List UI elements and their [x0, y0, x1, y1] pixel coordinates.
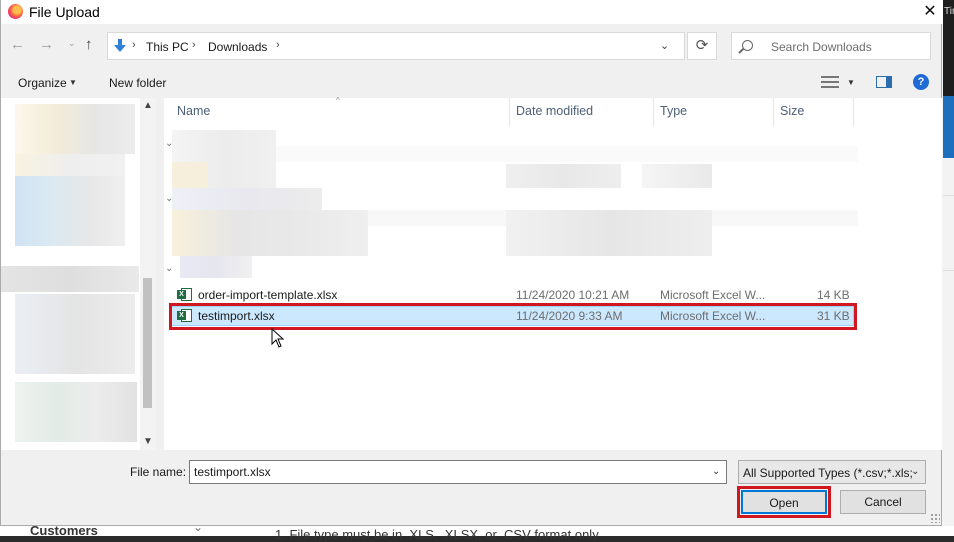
search-box[interactable]: Search Downloads [731, 32, 931, 60]
column-header-type[interactable]: Type [660, 104, 687, 118]
dialog-title: File Upload [29, 4, 100, 20]
file-name-label: File name: [130, 465, 187, 479]
cancel-button[interactable]: Cancel [840, 490, 926, 514]
help-button[interactable]: ? [913, 74, 929, 90]
mouse-pointer-icon [271, 328, 285, 348]
resize-grip-icon[interactable] [930, 513, 940, 523]
title-bar: File Upload ✕ [1, 0, 943, 24]
column-divider[interactable] [853, 98, 854, 126]
blurred-nav-item [15, 382, 137, 442]
breadcrumb-separator-icon[interactable]: › [276, 39, 280, 51]
background-accent-panel [943, 96, 954, 158]
blurred-file-row [172, 188, 322, 210]
file-date: 11/24/2020 10:21 AM [516, 288, 630, 302]
background-tab-label: Tir [944, 6, 954, 17]
address-bar[interactable]: › This PC › Downloads › ⌄ [107, 32, 685, 60]
up-button[interactable]: ↑ [85, 36, 93, 53]
blurred-file-row [172, 210, 368, 256]
scrollbar-thumb[interactable] [143, 278, 152, 408]
background-divider [943, 195, 954, 196]
blurred-file-icon [172, 162, 208, 188]
file-list[interactable]: ^ Name Date modified Type Size ⌄ ⌄ ⌄ X o… [164, 96, 942, 450]
file-name: order-import-template.xlsx [198, 288, 338, 302]
file-upload-dialog: File Upload ✕ ← → ⌄ ↑ › This PC › Downlo… [0, 0, 943, 526]
file-size: 14 KB [817, 288, 850, 302]
column-divider[interactable] [509, 98, 510, 126]
file-type-value[interactable]: All Supported Types (*.csv;*.xls; [743, 466, 913, 480]
background-tab-strip: Tir [943, 0, 954, 96]
organize-menu[interactable]: Organize [18, 76, 67, 90]
blurred-nav-item [15, 104, 135, 154]
column-header-date[interactable]: Date modified [516, 104, 593, 118]
excel-file-icon: X [177, 288, 192, 301]
open-button-highlight [737, 486, 831, 518]
chevron-down-icon[interactable]: ⌄ [660, 39, 669, 52]
back-button[interactable]: ← [10, 36, 25, 53]
file-type: Microsoft Excel W... [660, 288, 766, 302]
file-type-select[interactable]: All Supported Types (*.csv;*.xls; ⌄ [738, 460, 926, 484]
column-header-name[interactable]: Name [177, 104, 210, 118]
navigation-pane[interactable]: ▲ ▼ [1, 98, 156, 450]
column-divider[interactable] [653, 98, 654, 126]
blurred-file-row [276, 146, 858, 162]
search-placeholder: Search Downloads [771, 40, 872, 54]
search-icon [742, 40, 753, 51]
blurred-date [506, 164, 621, 188]
file-name-input[interactable]: testimport.xlsx ⌄ [189, 460, 727, 484]
scroll-down-icon[interactable]: ▼ [143, 436, 153, 447]
command-bar: Organize ▼ New folder ▼ ? [1, 70, 943, 96]
background-divider [943, 270, 954, 271]
group-collapse-icon[interactable]: ⌄ [165, 263, 173, 274]
forward-button[interactable]: → [39, 36, 54, 53]
blurred-nav-item [15, 154, 125, 176]
blurred-nav-item [15, 176, 125, 246]
blurred-nav-item [15, 294, 135, 374]
caret-down-icon[interactable]: ▼ [69, 78, 77, 87]
preview-pane-icon[interactable] [876, 76, 892, 88]
file-name-value[interactable]: testimport.xlsx [194, 465, 271, 479]
sort-ascending-icon: ^ [336, 96, 340, 105]
blurred-type [642, 164, 712, 188]
caret-down-icon[interactable]: ▼ [847, 78, 855, 87]
background-note: 1. File type must be in .XLS, .XLSX, or … [275, 527, 599, 542]
breadcrumb-downloads[interactable]: Downloads [208, 40, 267, 54]
firefox-icon [8, 4, 23, 19]
scroll-up-icon[interactable]: ▲ [143, 100, 153, 111]
refresh-button[interactable]: ⟳ [687, 32, 717, 60]
column-header-size[interactable]: Size [780, 104, 804, 118]
blurred-date [506, 210, 712, 256]
view-options-icon[interactable] [821, 75, 839, 89]
close-button[interactable]: ✕ [917, 0, 943, 24]
downloads-folder-icon [114, 39, 126, 52]
column-divider[interactable] [773, 98, 774, 126]
nav-pane-scrollbar[interactable]: ▲ ▼ [140, 98, 156, 450]
selected-row-highlight [169, 303, 857, 330]
chevron-down-icon[interactable]: ⌄ [712, 466, 720, 477]
breadcrumb-this-pc[interactable]: This PC [146, 40, 189, 54]
recent-locations-button[interactable]: ⌄ [68, 38, 76, 49]
blurred-file-row [180, 256, 252, 278]
new-folder-button[interactable]: New folder [109, 76, 166, 90]
chevron-down-icon[interactable]: ⌄ [911, 466, 919, 477]
navigation-bar: ← → ⌄ ↑ › This PC › Downloads › ⌄ ⟳ Sear… [1, 30, 943, 62]
blurred-nav-item [1, 266, 139, 292]
breadcrumb-separator-icon: › [192, 39, 196, 51]
breadcrumb-separator-icon: › [132, 39, 136, 51]
file-row[interactable]: X order-import-template.xlsx 11/24/2020 … [170, 285, 854, 305]
